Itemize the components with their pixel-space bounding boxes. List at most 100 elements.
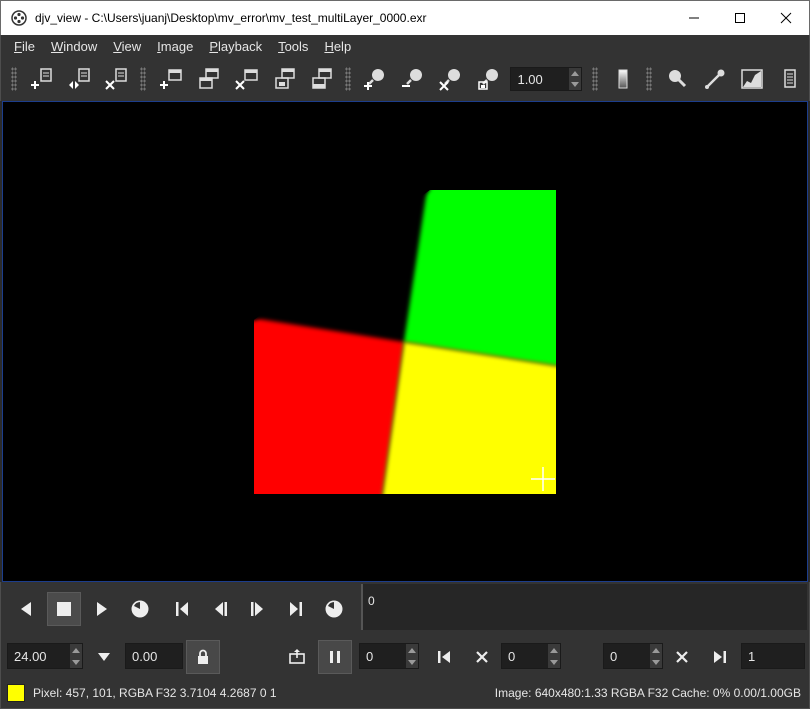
start-frame-button[interactable] (165, 592, 199, 626)
set-out-point-button[interactable] (703, 640, 737, 674)
in-point-value[interactable]: 0 (366, 649, 373, 664)
stop-button[interactable] (47, 592, 81, 626)
current-frame-value[interactable]: 0 (508, 649, 515, 664)
menu-help[interactable]: Help (316, 39, 359, 54)
out-point-value[interactable]: 0 (610, 649, 617, 664)
window-fit-button[interactable] (266, 62, 304, 96)
zoom-value[interactable]: 1.00 (517, 72, 542, 87)
menu-file[interactable]: File (6, 39, 43, 54)
title-bar: djv_view - C:\Users\juanj\Desktop\mv_err… (0, 0, 810, 35)
end-frame-button[interactable] (279, 592, 313, 626)
out-point-icon (714, 651, 726, 663)
speed-spin-arrows[interactable] (70, 644, 82, 668)
file-reload-button[interactable] (61, 62, 99, 96)
in-point-spinbox[interactable]: 0 (359, 643, 419, 669)
reset-in-point-button[interactable] (465, 640, 499, 674)
out-point-spinbox[interactable]: 0 (603, 643, 663, 669)
red-region (254, 315, 404, 494)
viewed-image[interactable] (254, 190, 556, 494)
file-close-button[interactable] (99, 62, 137, 96)
zoom-spinbox[interactable]: 1.00 (510, 67, 583, 91)
spin-up-icon[interactable] (408, 647, 416, 653)
actual-speed-field: 0.00 (125, 643, 183, 669)
magnify-icon (668, 70, 686, 88)
zoom-reset-icon (439, 69, 460, 91)
zoom-out-button[interactable] (395, 62, 433, 96)
next-frame-button[interactable] (241, 592, 275, 626)
in-out-enable-button[interactable] (280, 640, 314, 674)
speed-lock-button[interactable] (186, 640, 220, 674)
spin-down-icon[interactable] (408, 659, 416, 665)
every-frame-button[interactable] (317, 592, 351, 626)
forward-play-icon (97, 602, 107, 616)
current-frame-spin-arrows[interactable] (548, 644, 560, 668)
status-bar: Pixel: 457, 101, RGBA F32 3.7104 4.2687 … (0, 680, 810, 709)
previous-frame-button[interactable] (203, 592, 237, 626)
spin-down-icon[interactable] (652, 659, 660, 665)
maximize-button[interactable] (717, 1, 763, 35)
in-point-spin-arrows[interactable] (406, 644, 418, 668)
spin-up-icon[interactable] (550, 647, 558, 653)
window-close-button[interactable] (228, 62, 266, 96)
toolbar-grip[interactable] (140, 67, 147, 91)
reset-out-point-button[interactable] (665, 640, 699, 674)
minimize-button[interactable] (671, 1, 717, 35)
color-picker-button[interactable] (604, 62, 642, 96)
current-frame-spinbox[interactable]: 0 (501, 643, 561, 669)
zoom-spin-arrows[interactable] (569, 68, 582, 90)
in-point-icon (438, 651, 450, 663)
file-open-icon (30, 68, 52, 89)
speed-value[interactable]: 24.00 (14, 649, 47, 664)
duration-field[interactable]: 1 (741, 643, 805, 669)
playback-bar: 0 (0, 582, 810, 634)
zoom-in-button[interactable] (357, 62, 395, 96)
color-picker-tool-button[interactable] (696, 62, 734, 96)
menu-window[interactable]: Window (43, 39, 105, 54)
zoom-fit-icon (477, 69, 498, 90)
toolbar-grip[interactable] (345, 67, 352, 91)
histogram-button[interactable] (733, 62, 771, 96)
zoom-fit-button[interactable] (471, 62, 509, 96)
reset-x-icon (476, 651, 488, 663)
file-close-icon (105, 68, 128, 90)
pause-toggle-button[interactable] (318, 640, 352, 674)
spin-up-icon[interactable] (652, 647, 660, 653)
window-new-button[interactable] (152, 62, 190, 96)
magnify-button[interactable] (658, 62, 696, 96)
speed-menu-button[interactable] (87, 640, 121, 674)
file-reload-icon (68, 68, 90, 89)
info-icon (784, 69, 796, 88)
reverse-play-button[interactable] (9, 592, 43, 626)
triangle-down-icon (98, 653, 110, 661)
menu-playback[interactable]: Playback (201, 39, 270, 54)
zoom-in-icon (364, 69, 385, 90)
spin-up-icon[interactable] (72, 647, 80, 653)
window-fullscreen-button[interactable] (304, 62, 342, 96)
toolbar-grip[interactable] (11, 67, 17, 91)
out-point-spin-arrows[interactable] (650, 644, 662, 668)
minimize-icon (689, 17, 699, 19)
menu-view[interactable]: View (105, 39, 149, 54)
menu-image[interactable]: Image (149, 39, 201, 54)
close-button[interactable] (763, 1, 809, 35)
spin-up-icon[interactable] (571, 71, 580, 76)
file-open-button[interactable] (23, 62, 61, 96)
frame-timeline[interactable]: 0 (361, 584, 807, 630)
set-in-point-button[interactable] (427, 640, 461, 674)
zoom-reset-button[interactable] (433, 62, 471, 96)
export-icon (289, 649, 305, 664)
window-copy-button[interactable] (190, 62, 228, 96)
spin-down-icon[interactable] (550, 659, 558, 665)
speed-spinbox[interactable]: 24.00 (7, 643, 83, 669)
forward-play-button[interactable] (85, 592, 119, 626)
reset-x-icon (676, 651, 688, 663)
menu-tools[interactable]: Tools (270, 39, 316, 54)
spin-down-icon[interactable] (72, 659, 80, 665)
loop-button[interactable] (123, 592, 157, 626)
toolbar-grip[interactable] (645, 67, 652, 91)
toolbar-grip[interactable] (592, 67, 599, 91)
spin-down-icon[interactable] (571, 82, 580, 87)
pixel-info: Pixel: 457, 101, RGBA F32 3.7104 4.2687 … (33, 686, 277, 700)
info-button[interactable] (771, 62, 809, 96)
image-viewport[interactable] (2, 101, 808, 582)
